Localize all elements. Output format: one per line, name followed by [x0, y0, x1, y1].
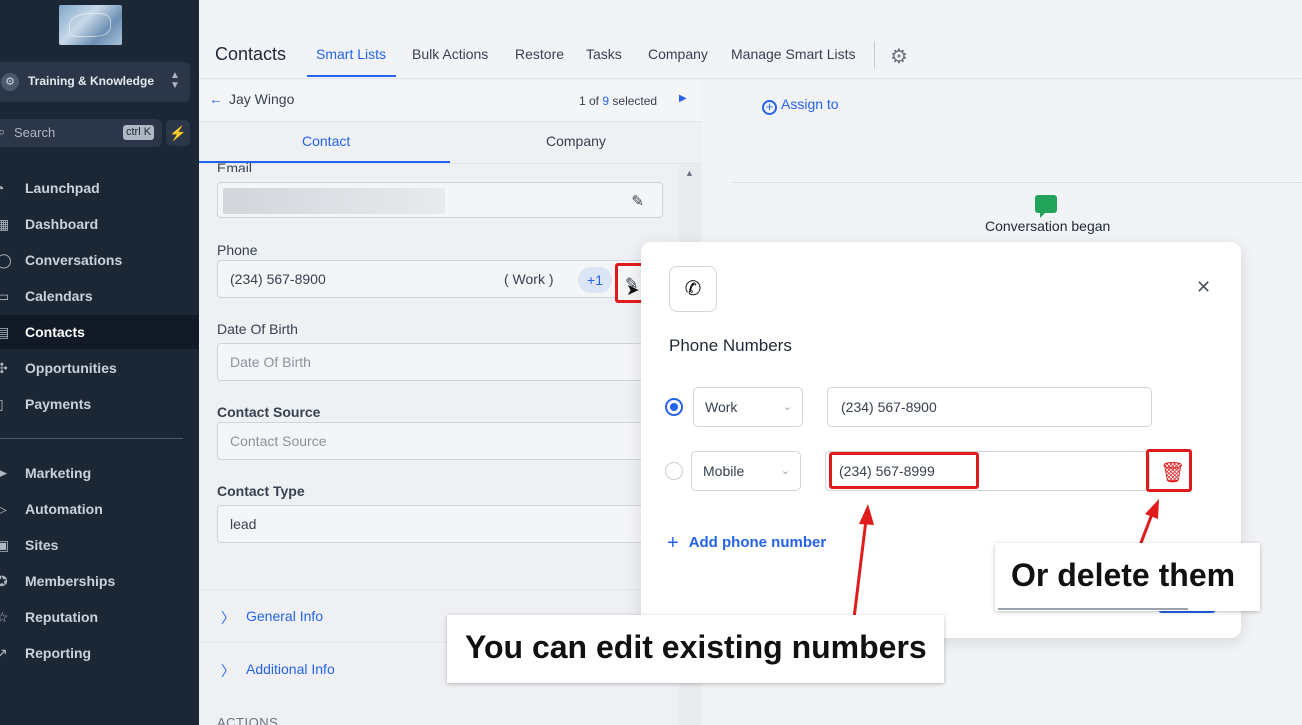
delete-callout-text: Or delete them: [1011, 557, 1236, 593]
edit-arrow-head: [859, 504, 874, 525]
edit-arrow-line: [852, 519, 868, 619]
edit-callout: You can edit existing numbers: [447, 615, 944, 683]
delete-arrow-head: [1145, 499, 1159, 519]
modal-footer-edge: [998, 608, 1188, 610]
edit-callout-text: You can edit existing numbers: [465, 629, 927, 665]
delete-callout: Or delete them: [995, 543, 1260, 611]
